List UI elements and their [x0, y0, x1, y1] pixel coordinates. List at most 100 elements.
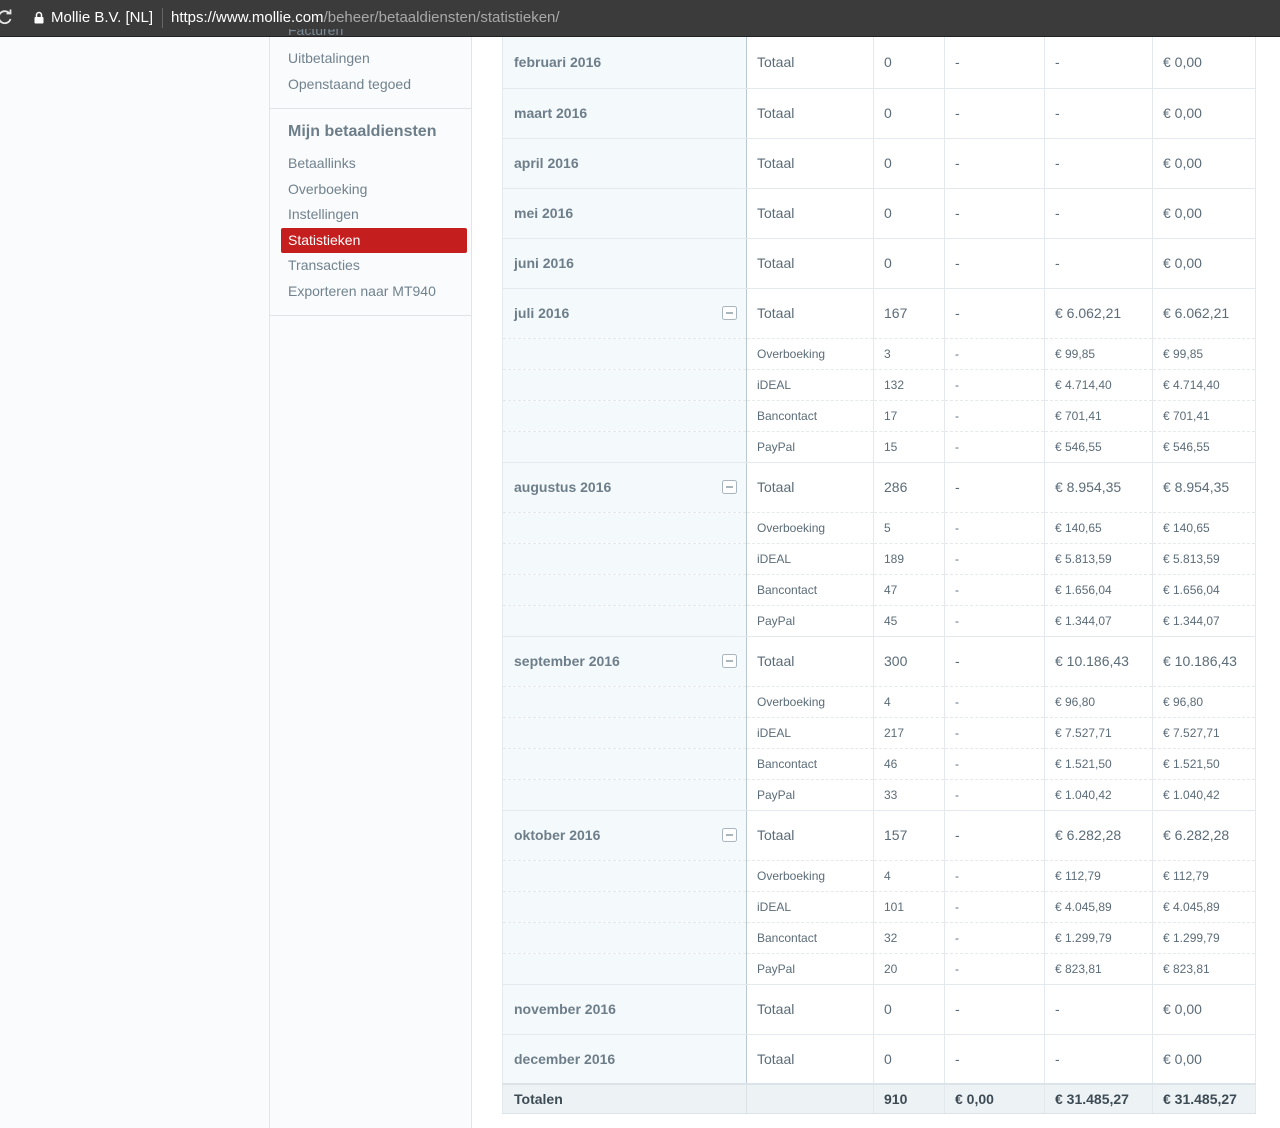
total-value: € 1.344,07	[1152, 605, 1256, 637]
row-label: Totaal	[746, 984, 874, 1035]
payment-method-label: Bancontact	[746, 400, 874, 432]
transaction-count: 32	[873, 922, 945, 954]
transaction-count: 157	[873, 810, 945, 861]
total-value: € 0,00	[1152, 188, 1256, 239]
row-label: Totaal	[746, 636, 874, 687]
totals-label: Totalen	[502, 1083, 747, 1114]
sidebar-item-openstaand-tegoed[interactable]: Openstaand tegoed	[288, 76, 411, 92]
transaction-count: 47	[873, 574, 945, 606]
amount-value: € 8.954,35	[1044, 462, 1153, 513]
month-spacer	[502, 338, 747, 370]
total-value: € 99,85	[1152, 338, 1256, 370]
total-value: € 10.186,43	[1152, 636, 1256, 687]
amount-value: € 140,65	[1044, 512, 1153, 544]
extra-value: -	[944, 288, 1045, 339]
month-name: februari 2016	[514, 54, 602, 71]
total-value: € 4.714,40	[1152, 369, 1256, 401]
amount-value: -	[1044, 37, 1153, 89]
url-host: www.mollie.com	[216, 9, 324, 26]
extra-value: -	[944, 338, 1045, 370]
month-row: september 2016 Totaal 300- € 10.186,43 € 10.…	[502, 636, 1256, 687]
payment-method-label: PayPal	[746, 953, 874, 985]
month-spacer	[502, 891, 747, 923]
transaction-count: 45	[873, 605, 945, 637]
payment-method-label: Overboeking	[746, 686, 874, 718]
amount-value: -	[1044, 1034, 1153, 1085]
sidebar-divider	[270, 108, 471, 109]
collapse-icon[interactable]	[722, 654, 737, 668]
payment-method-label: Overboeking	[746, 860, 874, 892]
sidebar-item-exporteren-mt940[interactable]: Exporteren naar MT940	[288, 283, 436, 299]
extra-value: -	[944, 574, 1045, 606]
transaction-count: 4	[873, 860, 945, 892]
transaction-count: 189	[873, 543, 945, 575]
total-value: € 1.521,50	[1152, 748, 1256, 780]
month-row: mei 2016 Totaal 0- - € 0,00	[502, 188, 1256, 239]
month-name: juli 2016	[514, 305, 570, 321]
row-label: Totaal	[746, 288, 874, 339]
reload-icon[interactable]	[0, 8, 14, 26]
page-left-margin	[0, 37, 269, 1128]
sidebar-item-transacties[interactable]: Transacties	[288, 257, 360, 273]
extra-value: -	[944, 462, 1045, 513]
sidebar-item-instellingen[interactable]: Instellingen	[288, 206, 359, 222]
month-row: december 2016 Totaal 0- - € 0,00	[502, 1034, 1256, 1085]
extra-value: -	[944, 810, 1045, 861]
month-label: februari 2016	[502, 37, 747, 89]
total-value: € 7.527,71	[1152, 717, 1256, 749]
sidebar-item-label: Facturen	[288, 29, 344, 37]
collapse-icon[interactable]	[722, 828, 737, 842]
month-name: december 2016	[514, 1050, 616, 1067]
row-label: Totaal	[746, 462, 874, 513]
month-row: augustus 2016 Totaal 286- € 8.954,35 € 8.954…	[502, 462, 1256, 513]
month-row: november 2016 Totaal 0- - € 0,00	[502, 984, 1256, 1035]
collapse-icon[interactable]	[722, 306, 737, 320]
sidebar-item-statistieken[interactable]: Statistieken	[281, 228, 467, 253]
transaction-count: 0	[873, 88, 945, 139]
transaction-count: 3	[873, 338, 945, 370]
total-value: € 0,00	[1152, 88, 1256, 139]
month-row: juni 2016 Totaal 0- - € 0,00	[502, 238, 1256, 289]
amount-value: € 112,79	[1044, 860, 1153, 892]
sidebar-item-uitbetalingen[interactable]: Uitbetalingen	[288, 50, 370, 66]
total-value: € 1.299,79	[1152, 922, 1256, 954]
extra-value: -	[944, 369, 1045, 401]
month-spacer	[502, 779, 747, 811]
row-label: Totaal	[746, 810, 874, 861]
total-value: € 0,00	[1152, 238, 1256, 289]
month-label: augustus 2016	[502, 462, 747, 513]
totals-extra: € 0,00	[944, 1083, 1045, 1114]
transaction-count: 4	[873, 686, 945, 718]
month-name: juni 2016	[514, 255, 574, 271]
month-name: april 2016	[514, 155, 579, 171]
sidebar-item-label: Statistieken	[288, 232, 361, 248]
month-spacer	[502, 605, 747, 637]
sidebar-item-betaallinks[interactable]: Betaallinks	[288, 155, 356, 171]
collapse-icon[interactable]	[722, 480, 737, 494]
month-spacer	[502, 574, 747, 606]
amount-value: € 6.062,21	[1044, 288, 1153, 339]
site-identity[interactable]: Mollie B.V. [NL]	[51, 9, 153, 26]
sidebar-item-facturen[interactable]: Facturen	[288, 29, 343, 37]
total-value: € 0,00	[1152, 138, 1256, 189]
transaction-count: 17	[873, 400, 945, 432]
month-row: februari 2016 Totaal 0- - € 0,00	[502, 37, 1256, 89]
url-path: /beheer/betaaldiensten/statistieken/	[323, 9, 560, 26]
total-value: € 8.954,35	[1152, 462, 1256, 513]
url-field[interactable]: https://www.mollie.com/beheer/betaaldien…	[171, 9, 560, 26]
sidebar-item-overboeking[interactable]: Overboeking	[288, 181, 367, 197]
total-value: € 1.656,04	[1152, 574, 1256, 606]
month-label: mei 2016	[502, 188, 747, 239]
payment-method-row: iDEAL 217- € 7.527,71 € 7.527,71	[502, 717, 1256, 749]
lock-icon	[34, 11, 44, 24]
row-label: Totaal	[746, 1034, 874, 1085]
payment-method-label: iDEAL	[746, 543, 874, 575]
transaction-count: 132	[873, 369, 945, 401]
statistics-table: februari 2016 Totaal 0- - € 0,00 maart 2016 To…	[502, 37, 1256, 1114]
total-value: € 4.045,89	[1152, 891, 1256, 923]
total-value: € 112,79	[1152, 860, 1256, 892]
transaction-count: 101	[873, 891, 945, 923]
row-label: Totaal	[746, 238, 874, 289]
totals-amount: € 31.485,27	[1044, 1083, 1153, 1114]
totals-total: € 31.485,27	[1152, 1083, 1256, 1114]
